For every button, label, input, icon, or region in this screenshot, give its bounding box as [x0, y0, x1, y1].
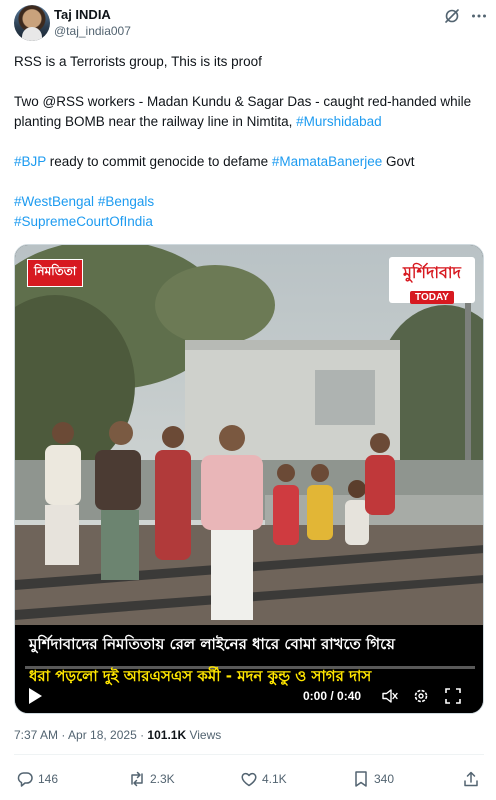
tweet-line-1: RSS is a Terrorists group, This is its p… [14, 54, 262, 69]
author-name[interactable]: Taj INDIA [54, 7, 111, 22]
bookmark-count: 340 [374, 772, 395, 786]
like-icon [241, 772, 257, 787]
video-caption-area: মুর্শিদাবাদের নিমতিতায় রেল লাইনের ধারে … [15, 625, 483, 713]
reply-icon [17, 772, 33, 787]
hashtag-bengals[interactable]: #Bengals [98, 194, 154, 209]
share-button[interactable] [462, 766, 480, 792]
tweet-hashtags-line-2: #SupremeCourtOfIndia [14, 212, 484, 232]
tweet-hashtags-line-1: #WestBengal #Bengals [14, 192, 484, 212]
avatar[interactable] [14, 5, 50, 41]
grok-icon[interactable] [443, 7, 461, 25]
hashtag-westbengal[interactable]: #WestBengal [14, 194, 94, 209]
video-caption-line-2: ধরা পড়লো দুই আরএসএস কর্মী - মদন কুন্ডু … [29, 667, 372, 685]
reply-count: 146 [38, 772, 59, 786]
location-badge: নিমতিতা [27, 259, 84, 287]
views-count: 101.1K [147, 728, 187, 742]
divider [14, 754, 484, 755]
volume-icon[interactable] [382, 688, 398, 704]
share-icon [464, 771, 478, 787]
action-bar: 146 2.3K 4.1K 340 [0, 766, 496, 792]
tweet-paragraph-3: #BJP ready to commit genocide to defame … [14, 152, 484, 172]
tweet-meta: 7:37 AM · Apr 18, 2025 · 101.1K Views [14, 728, 221, 742]
bookmark-button[interactable]: 340 [352, 766, 394, 792]
play-icon[interactable] [27, 687, 43, 705]
tweet-paragraph-2: Two @RSS workers - Madan Kundu & Sagar D… [14, 92, 484, 132]
hashtag-supremecourtofindia[interactable]: #SupremeCourtOfIndia [14, 214, 153, 229]
repost-icon [131, 771, 143, 787]
fullscreen-icon[interactable] [445, 688, 461, 704]
hashtag-murshidabad[interactable]: #Murshidabad [296, 114, 382, 129]
channel-logo-subtitle: TODAY [410, 291, 454, 304]
repost-button[interactable]: 2.3K [128, 766, 175, 792]
tweet-timestamp[interactable]: 7:37 AM · Apr 18, 2025 · [14, 728, 147, 742]
like-button[interactable]: 4.1K [240, 766, 287, 792]
video-caption-line-1: মুর্শিদাবাদের নিমতিতায় রেল লাইনের ধারে … [29, 635, 395, 653]
tweet-text-span: Govt [382, 154, 415, 169]
tweet-header: Taj INDIA @taj_india007 [0, 0, 496, 50]
hashtag-mamatabanerjee[interactable]: #MamataBanerjee [272, 154, 382, 169]
channel-logo: মুর্শিদাবাদ TODAY [389, 257, 475, 304]
reply-button[interactable]: 146 [16, 766, 58, 792]
bookmark-icon [355, 771, 367, 787]
views-label: Views [186, 728, 222, 742]
author-handle[interactable]: @taj_india007 [54, 24, 131, 38]
settings-icon[interactable] [413, 688, 429, 704]
tweet-text-span: ready to commit genocide to defame [46, 154, 272, 169]
repost-count: 2.3K [150, 772, 175, 786]
tweet-text-span: Two @RSS workers - Madan Kundu & Sagar D… [14, 94, 472, 129]
video-timecode: 0:00 / 0:40 [303, 689, 362, 703]
more-icon[interactable] [470, 7, 488, 25]
like-count: 4.1K [262, 772, 287, 786]
channel-logo-title: মুর্শিদাবাদ [403, 263, 461, 282]
video-player[interactable]: নিমতিতা মুর্শিদাবাদ TODAY মুর্শিদাবাদের … [14, 244, 484, 714]
hashtag-bjp[interactable]: #BJP [14, 154, 46, 169]
